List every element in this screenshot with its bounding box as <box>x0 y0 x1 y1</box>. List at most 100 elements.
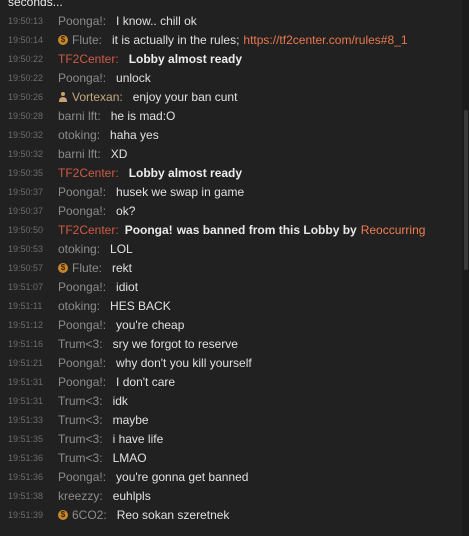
chat-line: 19:51:35 Trum<3: i have life <box>0 430 462 449</box>
timestamp: 19:51:33 <box>8 415 44 425</box>
message-text: it is actually in the rules; <box>112 33 240 47</box>
username[interactable]: TF2Center: <box>58 52 119 66</box>
username[interactable]: otoking: <box>58 242 100 256</box>
message-text: i have life <box>112 432 164 446</box>
chat-line: 19:51:36 Poonga!: you're gonna get banned <box>0 468 462 487</box>
message-text: Lobby almost ready <box>128 52 243 66</box>
username[interactable]: kreezzy: <box>58 489 103 503</box>
message-text: LMAO <box>112 451 147 465</box>
username[interactable]: barni lft: <box>58 109 101 123</box>
username[interactable]: Poonga!: <box>58 375 106 389</box>
username[interactable]: Poonga!: <box>58 14 106 28</box>
timestamp: 19:50:14 <box>8 35 44 45</box>
coin-icon: $ <box>58 34 68 45</box>
chat-line-partial: seconds... <box>0 0 462 12</box>
message-text: unlock <box>116 71 151 85</box>
timestamp: 19:50:37 <box>8 187 44 197</box>
timestamp: 19:51:07 <box>8 282 44 292</box>
username[interactable]: Flute: <box>72 261 102 275</box>
timestamp: 19:51:31 <box>8 396 44 406</box>
timestamp: 19:50:57 <box>8 263 44 273</box>
timestamp: 19:51:38 <box>8 491 44 501</box>
user-icon <box>58 91 68 102</box>
message-text: he is mad:O <box>110 109 176 123</box>
username[interactable]: Trum<3: <box>58 337 103 351</box>
banned-user[interactable]: Poonga! <box>125 223 173 237</box>
username[interactable]: TF2Center: <box>58 223 119 237</box>
timestamp: 19:50:22 <box>8 73 44 83</box>
username[interactable]: Poonga!: <box>58 185 106 199</box>
username[interactable]: Flute: <box>72 33 102 47</box>
chat-line: 19:50:37 Poonga!: ok? <box>0 202 462 221</box>
chat-line: 19:50:32 otoking: haha yes <box>0 126 462 145</box>
chat-line: 19:50:53 otoking: LOL <box>0 240 462 259</box>
chat-log: seconds... 19:50:13 Poonga!: I know.. chil… <box>0 0 462 525</box>
chat-line: 19:50:35 TF2Center: Lobby almost ready <box>0 164 462 183</box>
username[interactable]: Vortexan: <box>72 90 123 104</box>
banned-by-user[interactable]: Reoccurring <box>361 223 426 237</box>
message-text: was banned from this Lobby by <box>176 223 357 237</box>
username[interactable]: Poonga!: <box>58 356 106 370</box>
timestamp: 19:50:28 <box>8 111 44 121</box>
timestamp: 19:51:11 <box>8 301 43 311</box>
username[interactable]: 6CO2: <box>72 508 107 522</box>
coin-icon: $ <box>58 509 68 520</box>
chat-line: 19:51:39 $6CO2: Reo sokan szeretnek <box>0 506 462 525</box>
message-text: sry we forgot to reserve <box>112 337 238 351</box>
message-text: rekt <box>112 261 133 275</box>
timestamp: 19:51:36 <box>8 453 44 463</box>
chat-line: 19:50:22 Poonga!: unlock <box>0 69 462 88</box>
rules-link[interactable]: https://tf2center.com/rules#8_1 <box>243 33 407 47</box>
username[interactable]: Trum<3: <box>58 432 103 446</box>
chat-line: 19:51:31 Poonga!: I don't care <box>0 373 462 392</box>
username[interactable]: Poonga!: <box>58 470 106 484</box>
username[interactable]: Poonga!: <box>58 318 106 332</box>
username[interactable]: Poonga!: <box>58 71 106 85</box>
message-text: Reo sokan szeretnek <box>116 508 230 522</box>
username[interactable]: barni lft: <box>58 147 101 161</box>
message-text: maybe <box>112 413 149 427</box>
chat-line: 19:50:32 barni lft: XD <box>0 145 462 164</box>
timestamp: 19:51:21 <box>8 358 44 368</box>
timestamp: 19:51:16 <box>8 339 44 349</box>
username[interactable]: Trum<3: <box>58 413 103 427</box>
chat-line: 19:50:50 TF2Center: Poonga! was banned from… <box>0 221 462 240</box>
username[interactable]: Poonga!: <box>58 280 106 294</box>
chat-line: 19:51:11 otoking: HES BACK <box>0 297 462 316</box>
chat-line: 19:51:38 kreezzy: euhlpls <box>0 487 462 506</box>
coin-icon: $ <box>58 262 68 273</box>
timestamp: 19:51:35 <box>8 434 44 444</box>
chat-scrollbar[interactable] <box>462 0 469 536</box>
message-text: you're cheap <box>116 318 185 332</box>
chat-line: 19:51:33 Trum<3: maybe <box>0 411 462 430</box>
username[interactable]: Trum<3: <box>58 394 103 408</box>
timestamp: 19:50:50 <box>8 225 44 235</box>
timestamp: 19:51:39 <box>8 510 44 520</box>
chat-line: 19:50:14 $ Flute: it is actually in the rul… <box>0 31 462 50</box>
chat-line: 19:50:28 barni lft: he is mad:O <box>0 107 462 126</box>
username[interactable]: TF2Center: <box>58 166 119 180</box>
timestamp: 19:50:35 <box>8 168 44 178</box>
timestamp: 19:50:37 <box>8 206 44 216</box>
timestamp: 19:50:32 <box>8 149 44 159</box>
chat-line: 19:51:31 Trum<3: idk <box>0 392 462 411</box>
message-text: idiot <box>116 280 139 294</box>
timestamp: 19:51:31 <box>8 377 44 387</box>
timestamp: 19:50:13 <box>8 16 44 26</box>
message-text: idk <box>112 394 128 408</box>
chat-line: 19:50:22 TF2Center: Lobby almost ready <box>0 50 462 69</box>
scrollbar-thumb[interactable] <box>464 110 468 270</box>
username[interactable]: otoking: <box>58 299 100 313</box>
chat-line: 19:50:13 Poonga!: I know.. chill ok <box>0 12 462 31</box>
username[interactable]: Trum<3: <box>58 451 103 465</box>
message-text: I don't care <box>116 375 176 389</box>
message-text: enjoy your ban cunt <box>132 90 238 104</box>
message-text: LOL <box>110 242 133 256</box>
timestamp: 19:51:12 <box>8 320 44 330</box>
message-text: Lobby almost ready <box>128 166 243 180</box>
username[interactable]: Poonga!: <box>58 204 106 218</box>
timestamp: 19:50:32 <box>8 130 44 140</box>
chat-line: 19:50:26 Vortexan: enjoy your ban cunt <box>0 88 462 107</box>
message-text: husek we swap in game <box>116 185 245 199</box>
username[interactable]: otoking: <box>58 128 100 142</box>
